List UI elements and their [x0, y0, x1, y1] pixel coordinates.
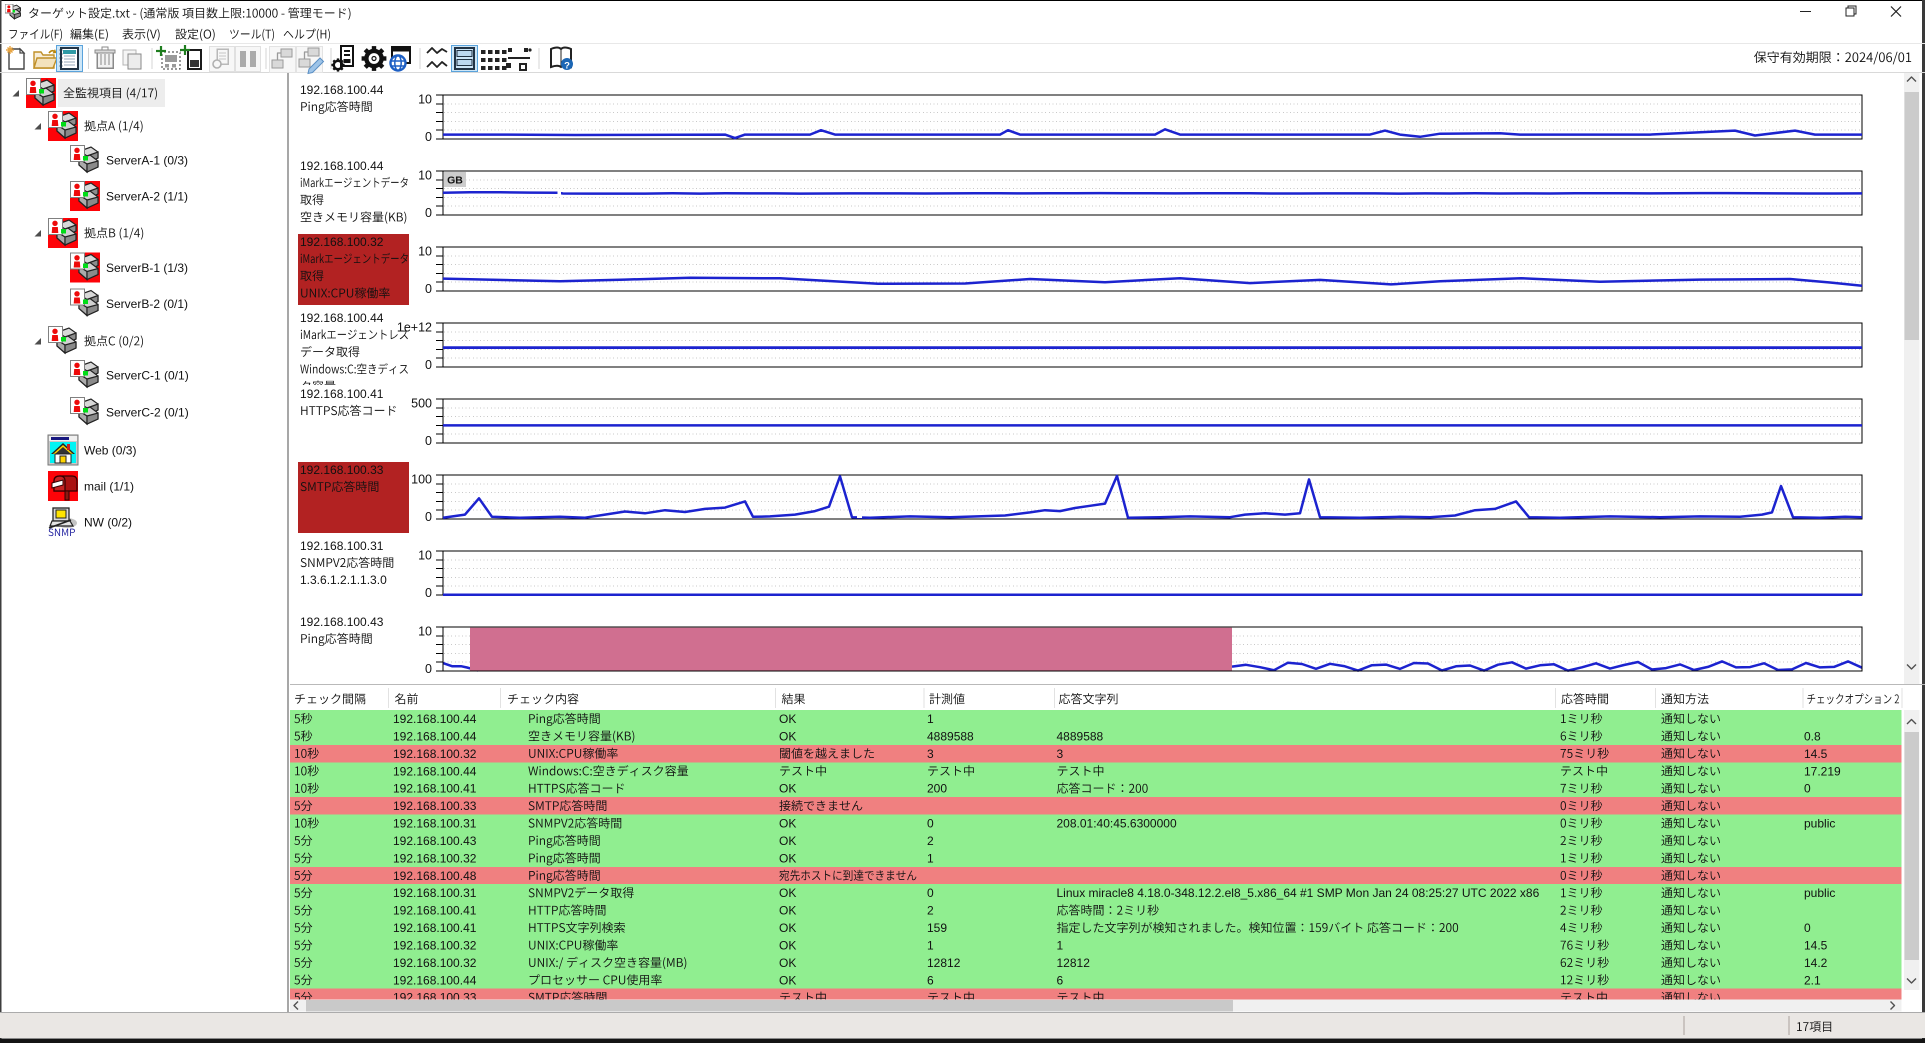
svg-text:0.8: 0.8: [1804, 729, 1821, 743]
svg-text:12812: 12812: [1057, 956, 1091, 970]
svg-text:192.168.100.48: 192.168.100.48: [393, 869, 477, 883]
svg-text:192.168.100.44: 192.168.100.44: [300, 159, 384, 173]
svg-text:192.168.100.33: 192.168.100.33: [300, 463, 384, 477]
svg-text:192.168.100.43: 192.168.100.43: [393, 834, 477, 848]
svg-text:Web (0/3): Web (0/3): [84, 443, 136, 457]
svg-text:1: 1: [927, 712, 934, 726]
svg-text:OK: OK: [779, 729, 796, 743]
svg-text:ServerC-1 (0/1): ServerC-1 (0/1): [106, 368, 189, 382]
svg-text:0: 0: [1804, 921, 1811, 935]
svg-text:OK: OK: [779, 712, 796, 726]
svg-text:0: 0: [927, 817, 934, 831]
svg-text:10: 10: [418, 625, 432, 639]
svg-text:0: 0: [425, 358, 432, 372]
svg-text:2.1: 2.1: [1804, 973, 1821, 987]
svg-text:GB: GB: [447, 175, 463, 187]
svg-text:14.2: 14.2: [1804, 956, 1828, 970]
svg-text:192.168.100.32: 192.168.100.32: [300, 235, 384, 249]
svg-text:14.5: 14.5: [1804, 939, 1828, 953]
svg-text:192.168.100.32: 192.168.100.32: [393, 747, 477, 761]
svg-text:208.01:40:45.6300000: 208.01:40:45.6300000: [1057, 817, 1177, 831]
svg-text:OK: OK: [779, 921, 796, 935]
svg-text:192.168.100.31: 192.168.100.31: [393, 817, 477, 831]
svg-text:12812: 12812: [927, 956, 961, 970]
svg-text:OK: OK: [779, 904, 796, 918]
svg-text:OK: OK: [779, 973, 796, 987]
svg-text:192.168.100.44: 192.168.100.44: [393, 764, 477, 778]
svg-text:ServerB-2 (0/1): ServerB-2 (0/1): [106, 297, 188, 311]
svg-text:0: 0: [425, 206, 432, 220]
svg-text:Linux miracle8 4.18.0-348.12.2: Linux miracle8 4.18.0-348.12.2.el8_5.x86…: [1057, 886, 1540, 900]
svg-text:1: 1: [927, 939, 934, 953]
svg-text:192.168.100.41: 192.168.100.41: [393, 782, 477, 796]
svg-text:NW (0/2): NW (0/2): [84, 515, 132, 529]
svg-text:OK: OK: [779, 851, 796, 865]
svg-text:ServerA-1 (0/3): ServerA-1 (0/3): [106, 153, 188, 167]
svg-text:1.3.6.1.2.1.1.3.0: 1.3.6.1.2.1.1.3.0: [300, 573, 387, 587]
svg-text:2: 2: [927, 834, 934, 848]
svg-text:OK: OK: [779, 886, 796, 900]
svg-text:10: 10: [418, 245, 432, 259]
svg-text:2: 2: [927, 904, 934, 918]
svg-text:17.219: 17.219: [1804, 764, 1841, 778]
svg-text:192.168.100.44: 192.168.100.44: [393, 712, 477, 726]
svg-text:0: 0: [927, 886, 934, 900]
svg-text:192.168.100.32: 192.168.100.32: [393, 851, 477, 865]
svg-text:192.168.100.44: 192.168.100.44: [300, 311, 384, 325]
svg-text:1e+12: 1e+12: [397, 321, 432, 335]
svg-text:4889588: 4889588: [1057, 729, 1104, 743]
svg-text:0: 0: [425, 586, 432, 600]
svg-text:100: 100: [411, 473, 432, 487]
svg-text:192.168.100.32: 192.168.100.32: [393, 939, 477, 953]
svg-text:ServerB-1 (1/3): ServerB-1 (1/3): [106, 261, 188, 275]
svg-text:OK: OK: [779, 834, 796, 848]
svg-text:1: 1: [927, 851, 934, 865]
svg-text:192.168.100.41: 192.168.100.41: [393, 921, 477, 935]
svg-text:192.168.100.43: 192.168.100.43: [300, 615, 384, 629]
svg-text:10: 10: [418, 93, 432, 107]
svg-text:10: 10: [418, 549, 432, 563]
svg-text:500: 500: [411, 397, 432, 411]
svg-text:192.168.100.44: 192.168.100.44: [393, 973, 477, 987]
svg-text:192.168.100.44: 192.168.100.44: [393, 729, 477, 743]
svg-text:14.5: 14.5: [1804, 747, 1828, 761]
svg-text:OK: OK: [779, 956, 796, 970]
svg-text:0: 0: [425, 434, 432, 448]
svg-text:0: 0: [425, 130, 432, 144]
svg-text:3: 3: [1057, 747, 1064, 761]
svg-text:192.168.100.44: 192.168.100.44: [300, 83, 384, 97]
svg-text:public: public: [1804, 886, 1835, 900]
svg-text:ServerA-2 (1/1): ServerA-2 (1/1): [106, 189, 188, 203]
svg-text:OK: OK: [779, 817, 796, 831]
svg-text:192.168.100.33: 192.168.100.33: [393, 799, 477, 813]
svg-text:192.168.100.31: 192.168.100.31: [300, 539, 384, 553]
svg-text:public: public: [1804, 817, 1835, 831]
svg-text:192.168.100.41: 192.168.100.41: [393, 904, 477, 918]
svg-text:3: 3: [927, 747, 934, 761]
svg-text:ServerC-2 (0/1): ServerC-2 (0/1): [106, 405, 189, 419]
svg-text:4889588: 4889588: [927, 729, 974, 743]
svg-text:OK: OK: [779, 782, 796, 796]
svg-text:159: 159: [927, 921, 947, 935]
svg-text:0: 0: [425, 282, 432, 296]
svg-text:OK: OK: [779, 939, 796, 953]
svg-text:6: 6: [927, 973, 934, 987]
svg-text:192.168.100.31: 192.168.100.31: [393, 886, 477, 900]
svg-text:6: 6: [1057, 973, 1064, 987]
svg-text:192.168.100.32: 192.168.100.32: [393, 956, 477, 970]
svg-text:0: 0: [425, 662, 432, 676]
svg-text:mail (1/1): mail (1/1): [84, 479, 134, 493]
svg-text:10: 10: [418, 169, 432, 183]
svg-text:200: 200: [927, 782, 947, 796]
svg-text:1: 1: [1057, 939, 1064, 953]
svg-text:0: 0: [1804, 782, 1811, 796]
svg-text:192.168.100.41: 192.168.100.41: [300, 387, 384, 401]
svg-text:?: ?: [564, 60, 570, 71]
svg-text:0: 0: [425, 510, 432, 524]
